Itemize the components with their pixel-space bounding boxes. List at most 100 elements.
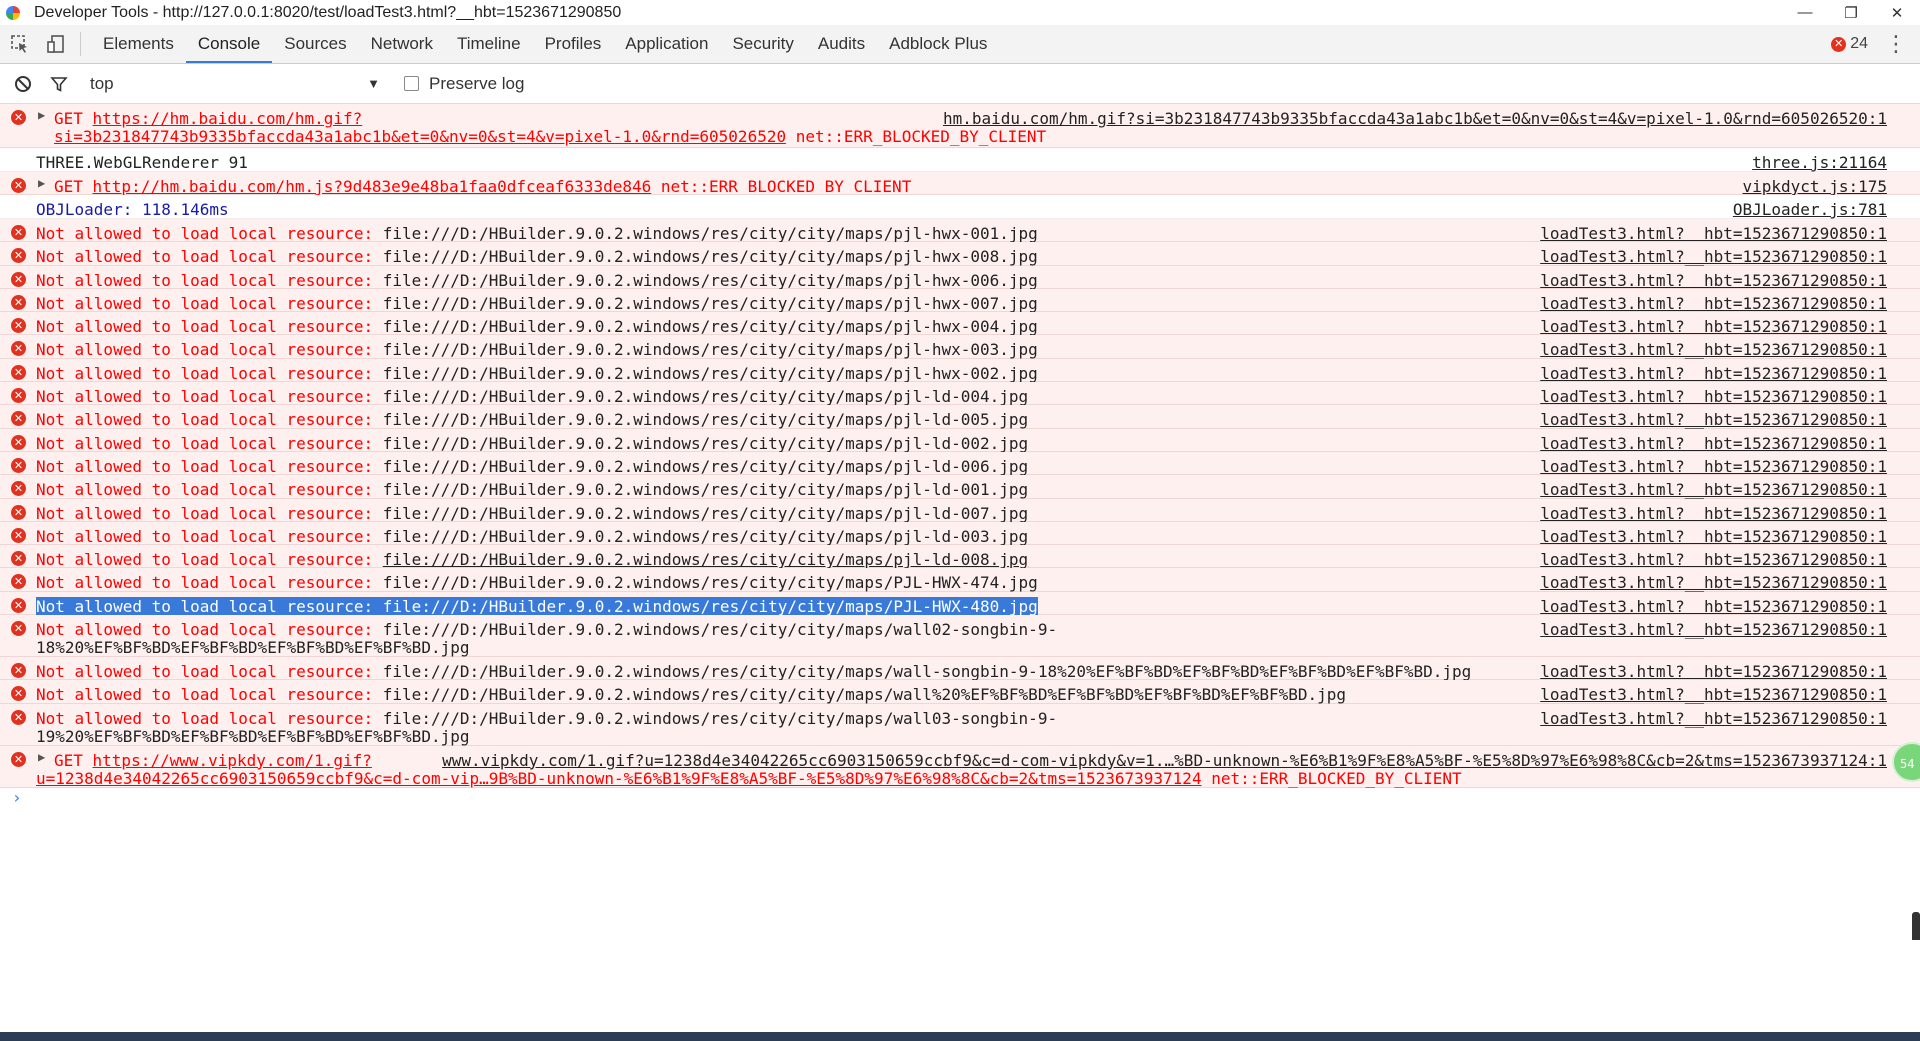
- message-source-link[interactable]: loadTest3.html?__hbt=1523671290850:1: [1540, 294, 1887, 313]
- error-counter[interactable]: ✕ 24: [1831, 35, 1868, 53]
- console-error-message: ✕ Not allowed to load local resource: fil…: [0, 428, 1920, 453]
- preserve-log-checkbox[interactable]: [404, 76, 419, 91]
- message-source-link[interactable]: loadTest3.html?__hbt=1523671290850:1: [1540, 317, 1887, 336]
- request-url-link[interactable]: u=1238d4e34042265cc6903150659ccbf9&c=d-c…: [36, 769, 1202, 788]
- error-icon: ✕: [11, 551, 26, 567]
- filter-icon[interactable]: [46, 71, 72, 97]
- resource-path: file:///D:/HBuilder.9.0.2.windows/res/ci…: [382, 596, 1038, 616]
- message-text: Not allowed to load local resource: file…: [36, 224, 1038, 243]
- scrollbar-thumb[interactable]: [1912, 912, 1920, 940]
- message-source-link[interactable]: loadTest3.html?__hbt=1523671290850:1: [1540, 573, 1887, 592]
- message-source-link[interactable]: loadTest3.html?__hbt=1523671290850:1: [1540, 457, 1887, 476]
- context-selector[interactable]: top ▼: [90, 74, 380, 94]
- expand-triangle-icon[interactable]: ▶: [38, 108, 45, 122]
- message-text: OBJLoader: 118.146ms: [36, 200, 229, 219]
- message-text-continued: u=1238d4e34042265cc6903150659ccbf9&c=d-c…: [36, 768, 1462, 788]
- console-error-message: ✕ Not allowed to load local resource: fil…: [0, 382, 1920, 407]
- message-source-link[interactable]: loadTest3.html?__hbt=1523671290850:1: [1540, 550, 1887, 569]
- request-url-link[interactable]: si=3b231847743b9335bfaccda43a1abc1b&et=0…: [54, 127, 786, 146]
- message-text: Not allowed to load local resource: file…: [36, 270, 1038, 290]
- tab-console[interactable]: Console: [185, 25, 273, 63]
- resource-path: file:///D:/HBuilder.9.0.2.windows/res/ci…: [382, 480, 1029, 500]
- message-text: GET http://hm.baidu.com/hm.js?9d483e9e48…: [54, 177, 912, 196]
- console-info-message: OBJLoader: 118.146ms OBJLoader.js:781: [0, 195, 1920, 219]
- console-error-message: ✕ Not allowed to load local resource: fil…: [0, 475, 1920, 500]
- message-text: Not allowed to load local resource: file…: [36, 526, 1029, 546]
- more-options-icon[interactable]: ⋮: [1885, 29, 1907, 59]
- resource-path: file:///D:/HBuilder.9.0.2.windows/res/ci…: [382, 433, 1029, 453]
- resource-path: file:///D:/HBuilder.9.0.2.windows/res/ci…: [382, 662, 1472, 682]
- expand-triangle-icon[interactable]: ▶: [38, 176, 45, 190]
- request-url-link[interactable]: http://hm.baidu.com/hm.js?9d483e9e48ba1f…: [93, 177, 652, 196]
- message-source-link[interactable]: loadTest3.html?__hbt=1523671290850:1: [1540, 480, 1887, 499]
- close-button[interactable]: ✕: [1874, 0, 1920, 25]
- message-source-link[interactable]: hm.baidu.com/hm.gif?si=3b231847743b9335b…: [943, 109, 1887, 128]
- message-text: Not allowed to load local resource: file…: [36, 387, 1029, 407]
- message-text: Not allowed to load local resource: file…: [36, 685, 1347, 705]
- message-source-link[interactable]: loadTest3.html?__hbt=1523671290850:1: [1540, 662, 1887, 681]
- restore-button[interactable]: ❐: [1828, 0, 1874, 25]
- console-error-message: ✕ Not allowed to load local resource: fil…: [0, 498, 1920, 523]
- resource-path[interactable]: file:///D:/HBuilder.9.0.2.windows/res/ci…: [383, 550, 1028, 569]
- message-source-link[interactable]: loadTest3.html?__hbt=1523671290850:1: [1540, 387, 1887, 406]
- message-source-link[interactable]: loadTest3.html?__hbt=1523671290850:1: [1540, 271, 1887, 290]
- console-error-message: ✕ Not allowed to load local resource: fil…: [0, 312, 1920, 337]
- message-source-link[interactable]: three.js:21164: [1752, 153, 1887, 172]
- console-error-message: ✕ Not allowed to load local resource: fil…: [0, 288, 1920, 313]
- error-icon: ✕: [11, 248, 26, 264]
- console-error-message: ✕ ▶ GET https://www.vipkdy.com/1.gif? u=…: [0, 745, 1920, 788]
- message-source-link[interactable]: vipkdyct.js:175: [1743, 177, 1888, 196]
- message-source-link[interactable]: loadTest3.html?__hbt=1523671290850:1: [1540, 709, 1887, 728]
- tab-elements[interactable]: Elements: [91, 25, 186, 63]
- message-source-link[interactable]: loadTest3.html?__hbt=1523671290850:1: [1540, 685, 1887, 704]
- console-filter-bar: top ▼ Preserve log: [0, 64, 1920, 104]
- tab-security[interactable]: Security: [720, 25, 805, 63]
- tab-network[interactable]: Network: [359, 25, 445, 63]
- message-text: Not allowed to load local resource: file…: [36, 247, 1038, 267]
- error-icon: ✕: [11, 364, 26, 380]
- message-source-link[interactable]: OBJLoader.js:781: [1733, 200, 1887, 219]
- error-icon: ✕: [11, 434, 26, 450]
- resource-path: file:///D:/HBuilder.9.0.2.windows/res/ci…: [382, 573, 1038, 593]
- message-text: Not allowed to load local resource: file…: [36, 317, 1038, 337]
- message-text: Not allowed to load local resource: file…: [36, 550, 1029, 570]
- resource-path: file:///D:/HBuilder.9.0.2.windows/res/ci…: [382, 387, 1029, 407]
- tab-timeline[interactable]: Timeline: [445, 25, 533, 63]
- message-source-link[interactable]: loadTest3.html?__hbt=1523671290850:1: [1540, 410, 1887, 429]
- message-text: Not allowed to load local resource: file…: [36, 503, 1029, 523]
- message-source-link[interactable]: loadTest3.html?__hbt=1523671290850:1: [1540, 434, 1887, 453]
- message-source-link[interactable]: loadTest3.html?__hbt=1523671290850:1: [1540, 504, 1887, 523]
- message-text-continued: si=3b231847743b9335bfaccda43a1abc1b&et=0…: [54, 127, 1047, 146]
- inspect-element-icon[interactable]: [4, 29, 36, 59]
- prompt-chevron-icon: ›: [12, 787, 22, 807]
- error-icon: ✕: [11, 294, 26, 310]
- message-source-link[interactable]: loadTest3.html?__hbt=1523671290850:1: [1540, 224, 1887, 243]
- message-source-link[interactable]: loadTest3.html?__hbt=1523671290850:1: [1540, 527, 1887, 546]
- message-source-link[interactable]: loadTest3.html?__hbt=1523671290850:1: [1540, 364, 1887, 383]
- console-error-message: ✕ Not allowed to load local resource: fil…: [0, 680, 1920, 705]
- device-mode-icon[interactable]: [40, 29, 72, 59]
- error-icon: ✕: [11, 110, 26, 125]
- tab-application[interactable]: Application: [613, 25, 720, 63]
- message-source-link[interactable]: www.vipkdy.com/1.gif?u=1238d4e34042265cc…: [442, 751, 1887, 770]
- message-source-link[interactable]: loadTest3.html?__hbt=1523671290850:1: [1540, 247, 1887, 266]
- console-error-message: ✕ Not allowed to load local resource: fil…: [0, 545, 1920, 570]
- resource-path-continued: 18%20%EF%BF%BD%EF%BF%BD%EF%BF%BD%EF%BF%B…: [36, 638, 470, 658]
- message-source-link[interactable]: loadTest3.html?__hbt=1523671290850:1: [1540, 340, 1887, 359]
- message-text: Not allowed to load local resource: file…: [36, 708, 1058, 728]
- message-source-link[interactable]: loadTest3.html?__hbt=1523671290850:1: [1540, 597, 1887, 616]
- request-url-link[interactable]: https://hm.baidu.com/hm.gif?: [93, 109, 363, 128]
- error-icon: ✕: [11, 481, 26, 497]
- expand-triangle-icon[interactable]: ▶: [38, 750, 45, 764]
- chrome-icon: [6, 5, 20, 20]
- console-error-message: ✕ ▶ GET http://hm.baidu.com/hm.js?9d483e…: [0, 172, 1920, 196]
- clear-console-icon[interactable]: [10, 71, 36, 97]
- tab-sources[interactable]: Sources: [272, 25, 358, 63]
- console-prompt[interactable]: ›: [0, 788, 1920, 818]
- message-source-link[interactable]: loadTest3.html?__hbt=1523671290850:1: [1540, 620, 1887, 639]
- tab-audits[interactable]: Audits: [806, 25, 877, 63]
- request-url-link[interactable]: https://www.vipkdy.com/1.gif?: [93, 751, 372, 770]
- minimize-button[interactable]: —: [1782, 0, 1828, 25]
- tab-profiles[interactable]: Profiles: [533, 25, 614, 63]
- tab-adblock-plus[interactable]: Adblock Plus: [877, 25, 999, 63]
